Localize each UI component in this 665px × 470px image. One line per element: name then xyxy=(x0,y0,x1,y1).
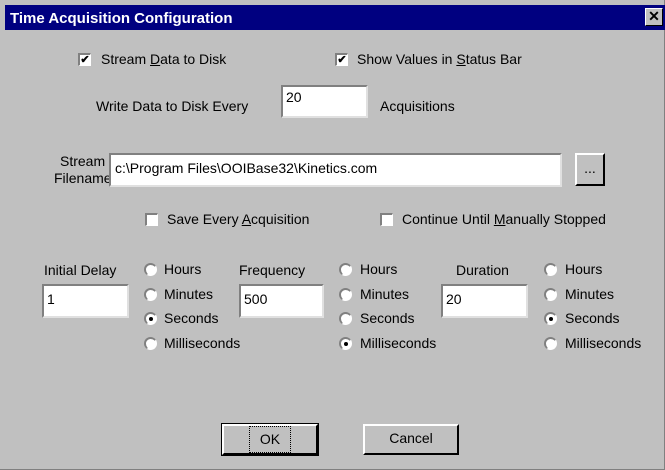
show-values-label: Show Values in Status Bar xyxy=(357,51,522,67)
frequency-hours-radio[interactable] xyxy=(339,263,352,276)
initial-delay-minutes-label: Minutes xyxy=(164,286,214,302)
filename-label: Filename xyxy=(54,170,112,186)
initial-delay-seconds-label: Seconds xyxy=(164,310,219,326)
write-every-input[interactable]: 20 xyxy=(281,85,368,118)
initial-delay-milliseconds-radio[interactable] xyxy=(144,337,157,350)
initial-delay-hours-radio[interactable] xyxy=(144,263,157,276)
duration-milliseconds-label: Milliseconds xyxy=(565,335,642,351)
continue-until-checkbox[interactable] xyxy=(380,213,393,226)
frequency-milliseconds-label: Milliseconds xyxy=(360,335,437,351)
frequency-label: Frequency xyxy=(239,262,306,278)
acquisitions-label: Acquisitions xyxy=(380,98,455,114)
stream-label: Stream xyxy=(60,153,106,169)
initial-delay-hours-label: Hours xyxy=(164,261,202,277)
stream-data-checkbox[interactable]: ✔ xyxy=(78,53,91,66)
stream-data-label: Stream Data to Disk xyxy=(101,51,227,67)
frequency-seconds-radio[interactable] xyxy=(339,312,352,325)
window-title: Time Acquisition Configuration xyxy=(10,10,233,27)
continue-until-label: Continue Until Manually Stopped xyxy=(402,211,606,227)
initial-delay-milliseconds-label: Milliseconds xyxy=(164,335,241,351)
frequency-input[interactable]: 500 xyxy=(239,284,324,318)
frequency-minutes-radio[interactable] xyxy=(339,288,352,301)
stream-filename-input[interactable]: c:\Program Files\OOIBase32\Kinetics.com xyxy=(109,153,562,187)
write-every-label: Write Data to Disk Every xyxy=(96,98,249,114)
duration-input[interactable]: 20 xyxy=(441,284,528,318)
browse-button[interactable]: ... xyxy=(575,153,605,186)
frequency-hours-label: Hours xyxy=(360,261,398,277)
close-icon[interactable]: ✕ xyxy=(645,8,663,26)
show-values-checkbox[interactable]: ✔ xyxy=(335,53,348,66)
cancel-button[interactable]: Cancel xyxy=(363,424,459,455)
dialog-window: Time Acquisition Configuration ✕ ✔ Strea… xyxy=(0,0,665,470)
duration-minutes-label: Minutes xyxy=(565,286,615,302)
duration-milliseconds-radio[interactable] xyxy=(544,337,557,350)
duration-minutes-radio[interactable] xyxy=(544,288,557,301)
ok-button-label: OK xyxy=(248,426,292,453)
duration-seconds-label: Seconds xyxy=(565,310,620,326)
duration-label: Duration xyxy=(456,262,509,278)
initial-delay-minutes-radio[interactable] xyxy=(144,288,157,301)
duration-hours-label: Hours xyxy=(565,261,603,277)
ok-button[interactable]: OK xyxy=(221,423,319,456)
initial-delay-input[interactable]: 1 xyxy=(42,284,129,318)
initial-delay-label: Initial Delay xyxy=(44,262,117,278)
save-every-checkbox[interactable] xyxy=(145,213,158,226)
duration-seconds-radio[interactable] xyxy=(544,312,557,325)
title-bar[interactable]: Time Acquisition Configuration ✕ xyxy=(5,5,665,30)
duration-hours-radio[interactable] xyxy=(544,263,557,276)
save-every-label: Save Every Acquisition xyxy=(167,211,310,227)
frequency-seconds-label: Seconds xyxy=(360,310,415,326)
frequency-minutes-label: Minutes xyxy=(360,286,410,302)
initial-delay-seconds-radio[interactable] xyxy=(144,312,157,325)
frequency-milliseconds-radio[interactable] xyxy=(339,337,352,350)
